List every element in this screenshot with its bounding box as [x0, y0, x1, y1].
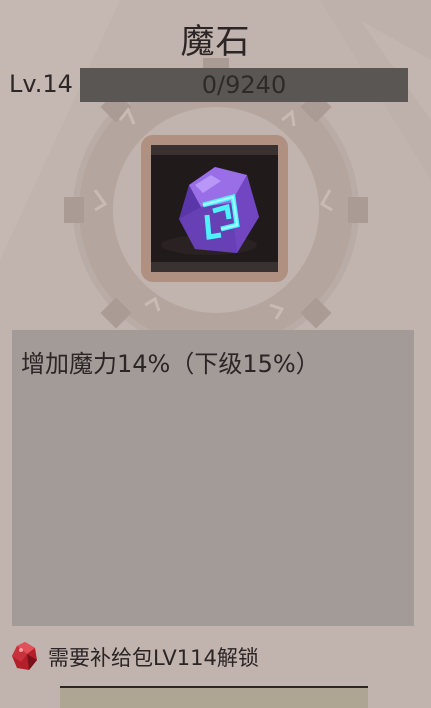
magic-stone-icon: [151, 145, 278, 272]
bottom-action-button[interactable]: [60, 686, 368, 708]
item-icon-frame[interactable]: [141, 135, 288, 282]
item-title: 魔石: [180, 22, 251, 62]
red-gem-icon: [12, 642, 37, 670]
exp-progress-text: 0/9240: [201, 71, 287, 99]
exp-progress-bar: 0/9240: [80, 68, 408, 102]
level-label: Lv.14: [9, 70, 73, 98]
description-panel: 增加魔力14%（下级15%）: [12, 330, 414, 626]
item-description: 增加魔力14%（下级15%）: [21, 350, 320, 378]
unlock-requirement-text: 需要补给包LV114解锁: [48, 646, 259, 670]
item-icon-background: [151, 145, 278, 272]
